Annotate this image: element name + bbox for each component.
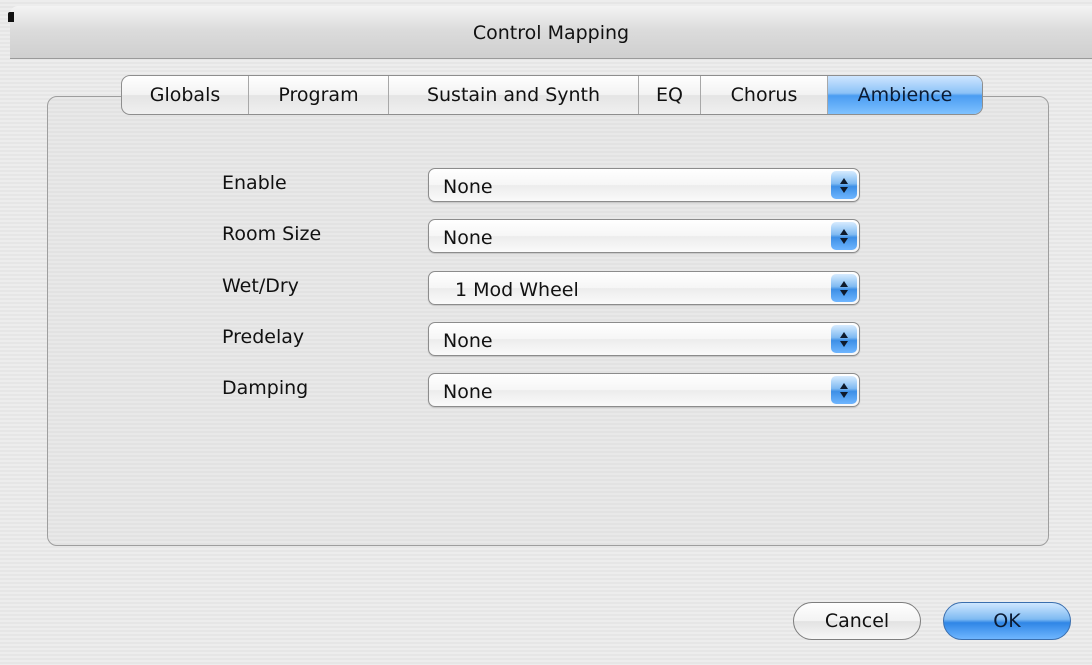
tab-ambience[interactable]: Ambience bbox=[828, 76, 982, 114]
damping-label: Damping bbox=[222, 377, 309, 399]
row-damping: Damping None bbox=[0, 373, 1092, 409]
wet-dry-popup[interactable]: 1 Mod Wheel bbox=[428, 271, 860, 305]
ok-button[interactable]: OK bbox=[943, 602, 1071, 640]
damping-popup[interactable]: None bbox=[428, 373, 860, 407]
wet-dry-popup-value: 1 Mod Wheel bbox=[455, 279, 579, 301]
window-title: Control Mapping bbox=[472, 22, 630, 44]
enable-label: Enable bbox=[222, 172, 287, 194]
title-bar[interactable]: Control Mapping bbox=[10, 6, 1092, 59]
cancel-button[interactable]: Cancel bbox=[793, 602, 921, 640]
wet-dry-label: Wet/Dry bbox=[222, 275, 299, 297]
control-mapping-window: Control Mapping Globals Program Sustain … bbox=[0, 0, 1092, 665]
predelay-label: Predelay bbox=[222, 326, 305, 348]
tab-sustain-and-synth[interactable]: Sustain and Synth bbox=[389, 76, 639, 114]
up-down-arrows-icon bbox=[831, 274, 857, 302]
row-predelay: Predelay None bbox=[0, 322, 1092, 358]
predelay-popup[interactable]: None bbox=[428, 322, 860, 356]
up-down-arrows-icon bbox=[831, 325, 857, 353]
window-corner-icon bbox=[8, 12, 14, 22]
tab-chorus[interactable]: Chorus bbox=[701, 76, 828, 114]
row-wet-dry: Wet/Dry 1 Mod Wheel bbox=[0, 271, 1092, 307]
up-down-arrows-icon bbox=[831, 376, 857, 404]
up-down-arrows-icon bbox=[831, 222, 857, 250]
enable-popup[interactable]: None bbox=[428, 168, 860, 202]
room-size-label: Room Size bbox=[222, 223, 322, 245]
room-size-popup[interactable]: None bbox=[428, 219, 860, 253]
row-enable: Enable None bbox=[0, 168, 1092, 204]
tab-program[interactable]: Program bbox=[249, 76, 389, 114]
room-size-popup-value: None bbox=[443, 227, 493, 249]
enable-popup-value: None bbox=[443, 176, 493, 198]
tab-eq[interactable]: EQ bbox=[639, 76, 701, 114]
predelay-popup-value: None bbox=[443, 330, 493, 352]
row-room-size: Room Size None bbox=[0, 219, 1092, 255]
tab-globals[interactable]: Globals bbox=[122, 76, 249, 114]
tab-content-panel bbox=[47, 96, 1049, 546]
damping-popup-value: None bbox=[443, 381, 493, 403]
up-down-arrows-icon bbox=[831, 171, 857, 199]
tab-bar: Globals Program Sustain and Synth EQ Cho… bbox=[121, 75, 983, 115]
